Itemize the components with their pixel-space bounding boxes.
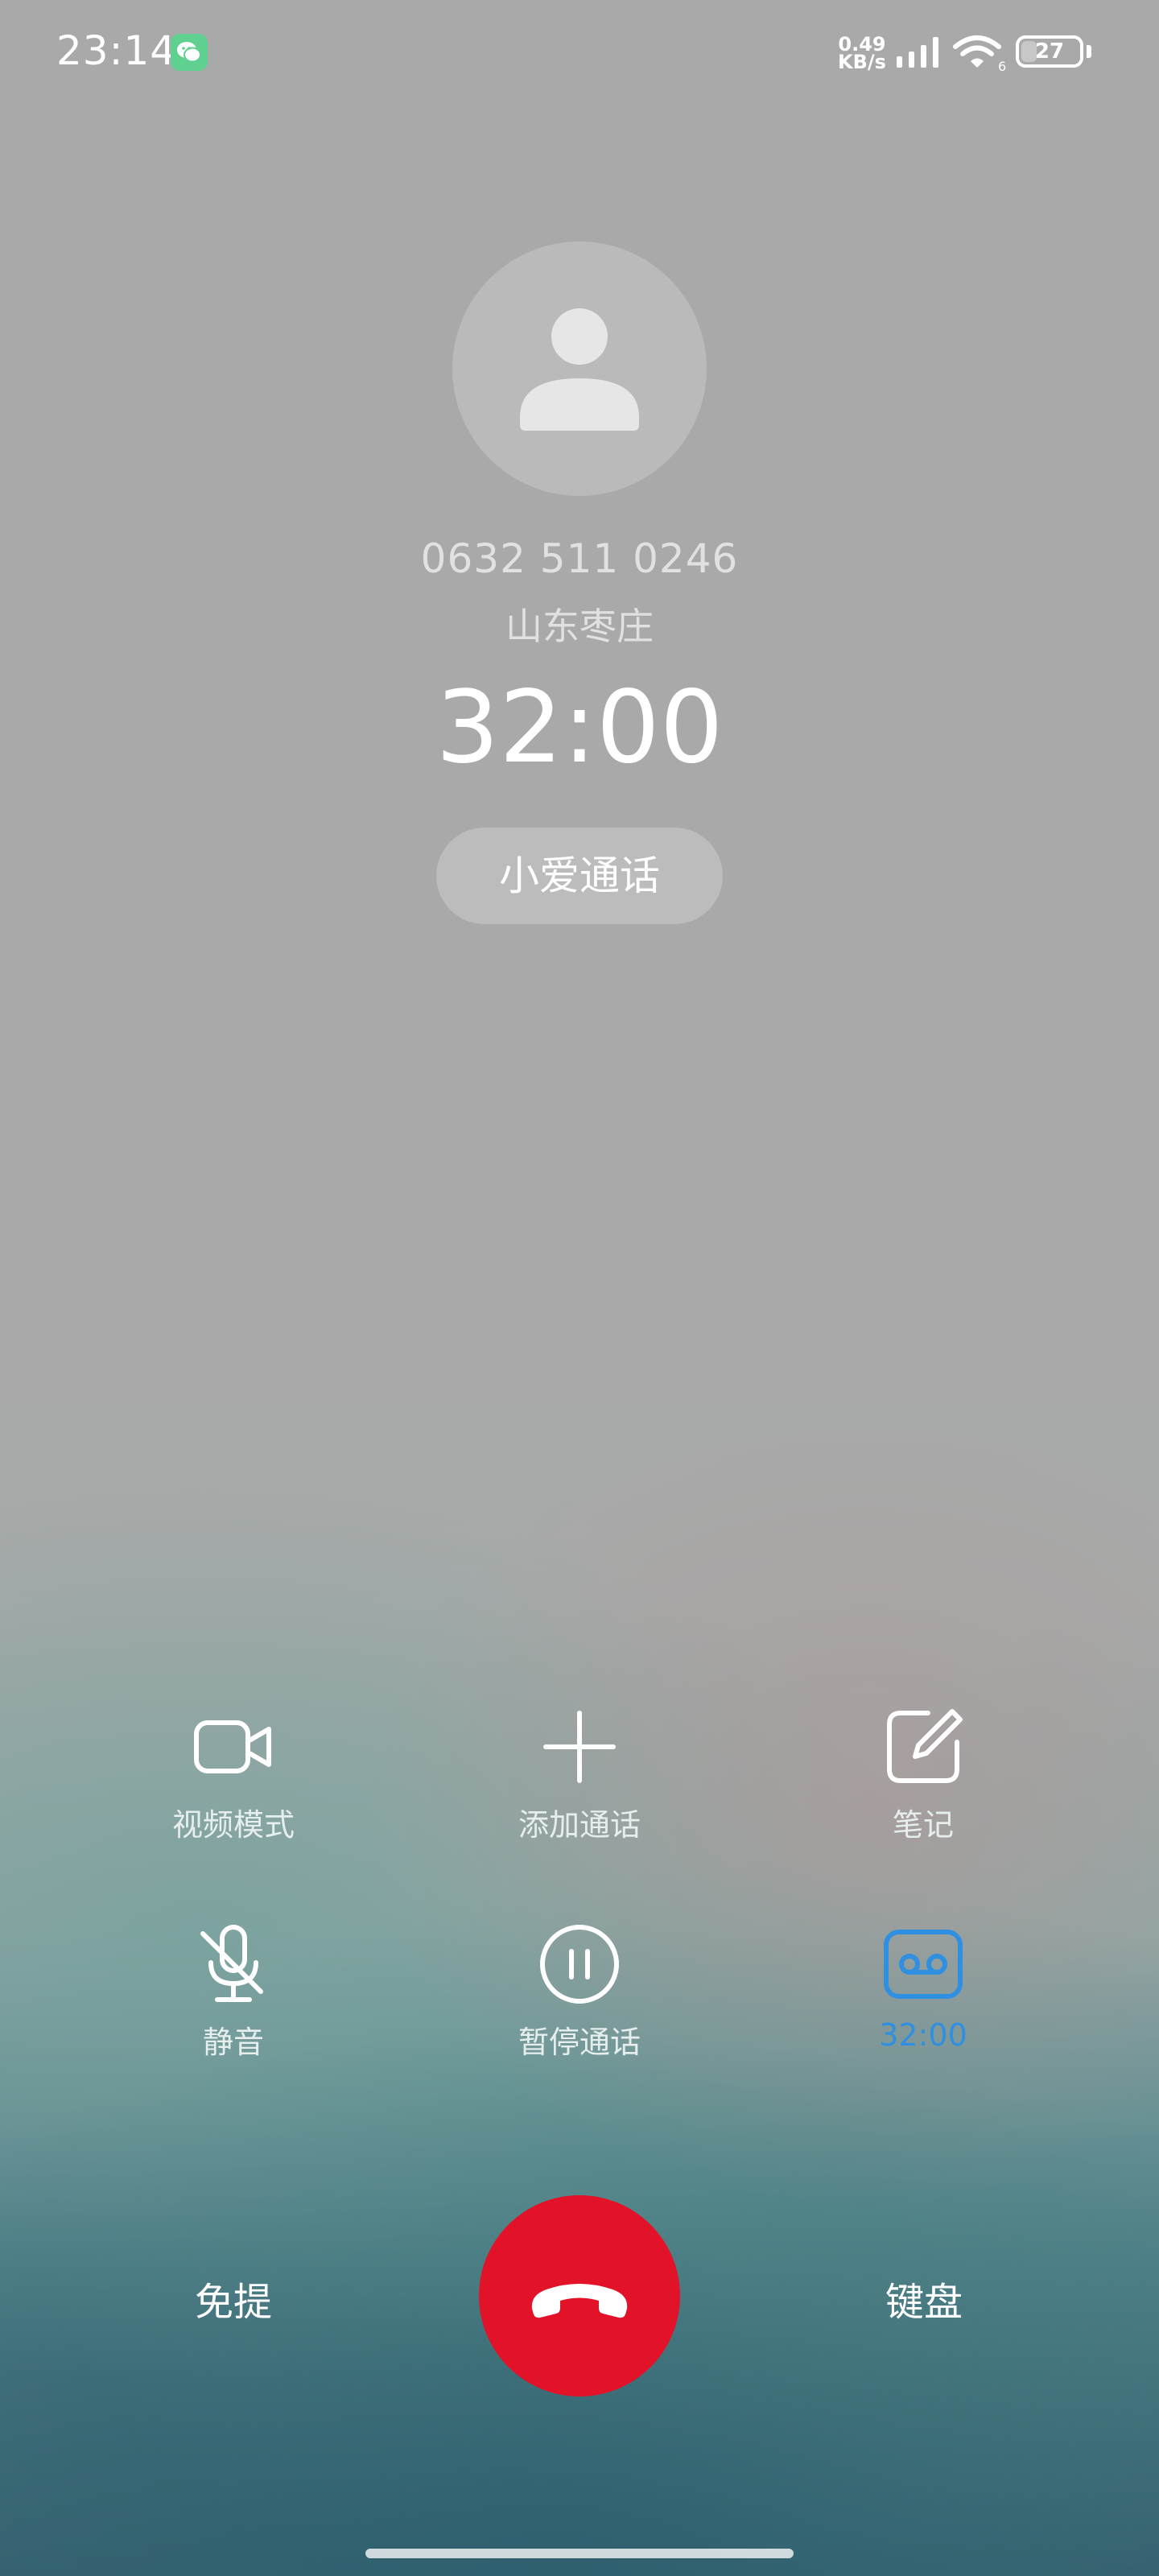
mute-button[interactable]: 静音 <box>80 1924 386 2085</box>
edit-note-icon <box>887 1709 963 1783</box>
wifi-icon: 6 <box>953 35 1006 72</box>
mute-label: 静音 <box>202 2025 264 2060</box>
cellular-signal-icon <box>897 37 938 68</box>
caller-location: 山东枣庄 <box>505 605 654 648</box>
record-button[interactable]: 32:00 <box>770 1924 1076 2085</box>
status-time: 23:14 <box>56 27 177 74</box>
net-speed: 0.49 KB/s <box>837 35 887 73</box>
hold-call-label: 暂停通话 <box>518 2025 641 2060</box>
wechat-icon <box>171 34 208 71</box>
xiaoai-call-button[interactable]: 小爱通话 <box>436 828 723 924</box>
call-duration: 32:00 <box>435 670 724 786</box>
end-call-button[interactable] <box>479 2195 680 2396</box>
mic-off-icon <box>200 1925 263 2002</box>
record-duration-label: 32:00 <box>879 2017 967 2053</box>
hang-up-icon <box>531 2284 628 2318</box>
video-mode-label: 视频模式 <box>171 1807 295 1843</box>
keypad-button[interactable]: 键盘 <box>843 2270 1004 2326</box>
caller-number: 0632 511 0246 <box>420 535 739 582</box>
status-bar: 23:14 0.49 KB/s 6 27 <box>0 0 1159 106</box>
battery-cap <box>1087 45 1091 58</box>
plus-icon <box>543 1711 616 1783</box>
hold-call-button[interactable]: 暂停通话 <box>427 1924 732 2085</box>
video-camera-icon <box>194 1720 271 1773</box>
pause-icon <box>540 1925 619 2004</box>
add-call-label: 添加通话 <box>518 1807 641 1843</box>
voicemail-record-icon <box>884 1930 963 1999</box>
caller-avatar <box>452 242 707 496</box>
notes-label: 笔记 <box>892 1807 954 1843</box>
person-icon <box>520 308 639 431</box>
notes-button[interactable]: 笔记 <box>770 1707 1076 1868</box>
wifi-badge: 6 <box>998 59 1006 72</box>
add-call-button[interactable]: 添加通话 <box>427 1707 732 1868</box>
net-speed-unit: KB/s <box>838 51 886 73</box>
speaker-button[interactable]: 免提 <box>153 2270 314 2326</box>
video-mode-button[interactable]: 视频模式 <box>80 1707 386 1868</box>
home-indicator[interactable] <box>365 2549 794 2558</box>
battery-icon: 27 <box>1016 35 1083 68</box>
battery-percent: 27 <box>1034 39 1065 64</box>
